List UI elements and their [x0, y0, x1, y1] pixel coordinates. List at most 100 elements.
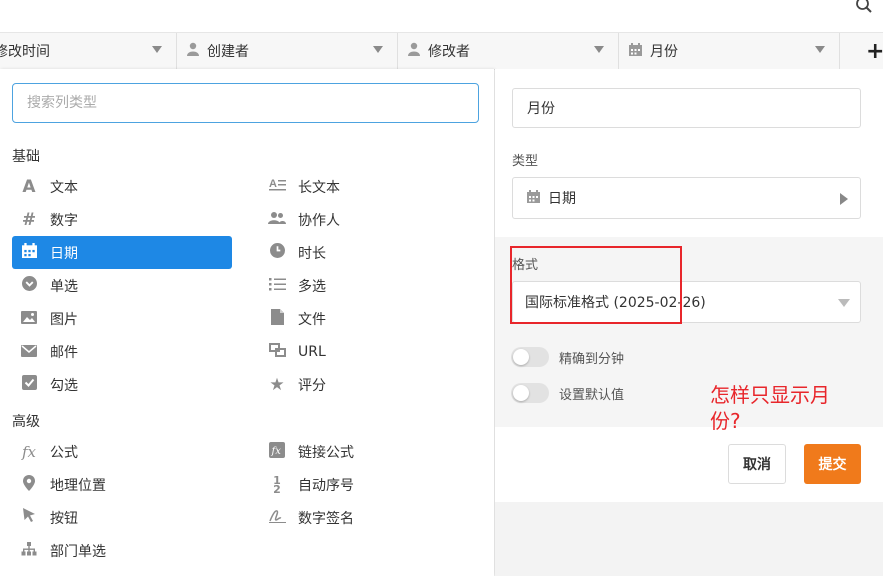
- column-label: 修改者: [428, 44, 470, 60]
- type-label: 数字: [50, 212, 78, 229]
- precise-minute-label: 精确到分钟: [559, 351, 625, 367]
- type-label: 评分: [298, 377, 326, 394]
- checkbox-icon: [18, 375, 40, 394]
- type-label: 单选: [50, 278, 78, 295]
- top-bar: [0, 0, 883, 32]
- column-type-panel: 基础 A 文本 # 数字 日期 单选 图片 邮件 勾选: [0, 69, 494, 576]
- text-a-icon: A: [22, 176, 36, 197]
- type-label: 协作人: [298, 212, 340, 229]
- type-label: 文件: [298, 311, 326, 328]
- list-icon: [266, 277, 288, 295]
- type-button[interactable]: 按钮: [12, 501, 232, 534]
- type-formula[interactable]: fx 公式: [12, 435, 232, 468]
- default-value-toggle[interactable]: [511, 383, 549, 403]
- user-icon: [187, 42, 199, 60]
- search-icon[interactable]: [855, 0, 873, 23]
- formula-icon: fx: [21, 442, 36, 461]
- precise-minute-toggle[interactable]: [511, 347, 549, 367]
- type-label: 图片: [50, 311, 78, 328]
- chevron-down-icon[interactable]: [373, 46, 383, 53]
- chevron-down-icon[interactable]: [594, 46, 604, 53]
- hash-icon: #: [21, 209, 37, 230]
- type-file[interactable]: 文件: [260, 302, 480, 335]
- type-rating[interactable]: ★ 评分: [260, 368, 480, 401]
- type-label: 公式: [50, 444, 78, 461]
- type-link-formula[interactable]: fx 链接公式: [260, 435, 480, 468]
- svg-text:fx: fx: [271, 446, 282, 457]
- chevron-down-icon: [838, 299, 850, 307]
- type-label: 按钮: [50, 510, 78, 527]
- type-url[interactable]: URL: [260, 335, 480, 368]
- type-checkbox[interactable]: 勾选: [12, 368, 232, 401]
- chevron-down-icon[interactable]: [815, 46, 825, 53]
- type-select[interactable]: 日期: [512, 177, 861, 219]
- column-header-modifier[interactable]: 修改者: [398, 33, 619, 69]
- precise-minute-toggle-row[interactable]: 精确到分钟: [511, 347, 624, 367]
- users-icon: [266, 211, 288, 229]
- section-basic: 基础: [12, 149, 40, 165]
- column-label: 月份: [650, 44, 678, 60]
- type-value: 日期: [548, 191, 576, 207]
- annotation-text: 怎样只显示月份?: [710, 383, 830, 433]
- type-label: 多选: [298, 278, 326, 295]
- type-label: 邮件: [50, 344, 78, 361]
- add-column-button[interactable]: +: [866, 33, 883, 69]
- submit-button[interactable]: 提交: [804, 444, 861, 484]
- type-label: 勾选: [50, 377, 78, 394]
- type-department[interactable]: 部门单选: [12, 534, 232, 567]
- type-label: 时长: [298, 245, 326, 262]
- calendar-icon: [629, 42, 642, 60]
- type-collaborator[interactable]: 协作人: [260, 203, 480, 236]
- type-email[interactable]: 邮件: [12, 335, 232, 368]
- link-icon: [266, 342, 288, 361]
- calendar-icon: [18, 243, 40, 262]
- chevron-circle-icon: [18, 276, 40, 295]
- type-digital-sign[interactable]: 数字签名: [260, 501, 480, 534]
- type-label: 地理位置: [50, 477, 106, 494]
- type-text[interactable]: A 文本: [12, 170, 232, 203]
- default-value-toggle-row[interactable]: 设置默认值: [511, 383, 624, 403]
- type-label: URL: [298, 343, 326, 360]
- type-image[interactable]: 图片: [12, 302, 232, 335]
- svg-text:A: A: [269, 178, 277, 190]
- column-label: 创建者: [207, 44, 249, 60]
- column-header-creator[interactable]: 创建者: [177, 33, 398, 69]
- cursor-icon: [18, 508, 40, 527]
- search-input[interactable]: [12, 83, 479, 123]
- type-long-text[interactable]: A 长文本: [260, 170, 480, 203]
- chevron-down-icon[interactable]: [152, 46, 162, 53]
- annotation-highlight-box: [510, 246, 682, 324]
- column-header-modified-time[interactable]: 修改时间: [0, 33, 177, 69]
- type-single-select[interactable]: 单选: [12, 269, 232, 302]
- file-icon: [266, 308, 288, 329]
- default-value-label: 设置默认值: [559, 387, 625, 403]
- type-label: 数字签名: [298, 510, 354, 527]
- long-text-icon: A: [266, 177, 288, 196]
- type-label: 链接公式: [298, 444, 354, 461]
- settings-actions: 取消 提交: [495, 427, 883, 502]
- type-multi-select[interactable]: 多选: [260, 269, 480, 302]
- mail-icon: [18, 343, 40, 361]
- type-date[interactable]: 日期: [12, 236, 232, 269]
- column-name-value: 月份: [527, 101, 555, 117]
- type-duration[interactable]: 时长: [260, 236, 480, 269]
- chevron-right-icon: [840, 193, 848, 205]
- column-name-input[interactable]: 月份: [512, 88, 861, 128]
- type-auto-number[interactable]: 12 自动序号: [260, 468, 480, 501]
- type-label: 长文本: [298, 179, 340, 196]
- signature-icon: [266, 508, 288, 527]
- cancel-button[interactable]: 取消: [728, 444, 786, 484]
- org-chart-icon: [18, 541, 40, 560]
- type-label: 部门单选: [50, 543, 106, 560]
- type-label: 日期: [50, 245, 78, 262]
- calendar-icon: [527, 189, 540, 207]
- image-icon: [18, 310, 40, 328]
- type-geolocation[interactable]: 地理位置: [12, 468, 232, 501]
- settings-top-section: 月份 类型 日期: [495, 69, 883, 237]
- clock-icon: [266, 243, 288, 262]
- column-header-row: 修改时间 创建者 修改者 月份 +: [0, 32, 883, 70]
- column-header-month[interactable]: 月份: [619, 33, 840, 69]
- auto-number-icon: 12: [273, 473, 281, 496]
- type-number[interactable]: # 数字: [12, 203, 232, 236]
- type-label: 自动序号: [298, 477, 354, 494]
